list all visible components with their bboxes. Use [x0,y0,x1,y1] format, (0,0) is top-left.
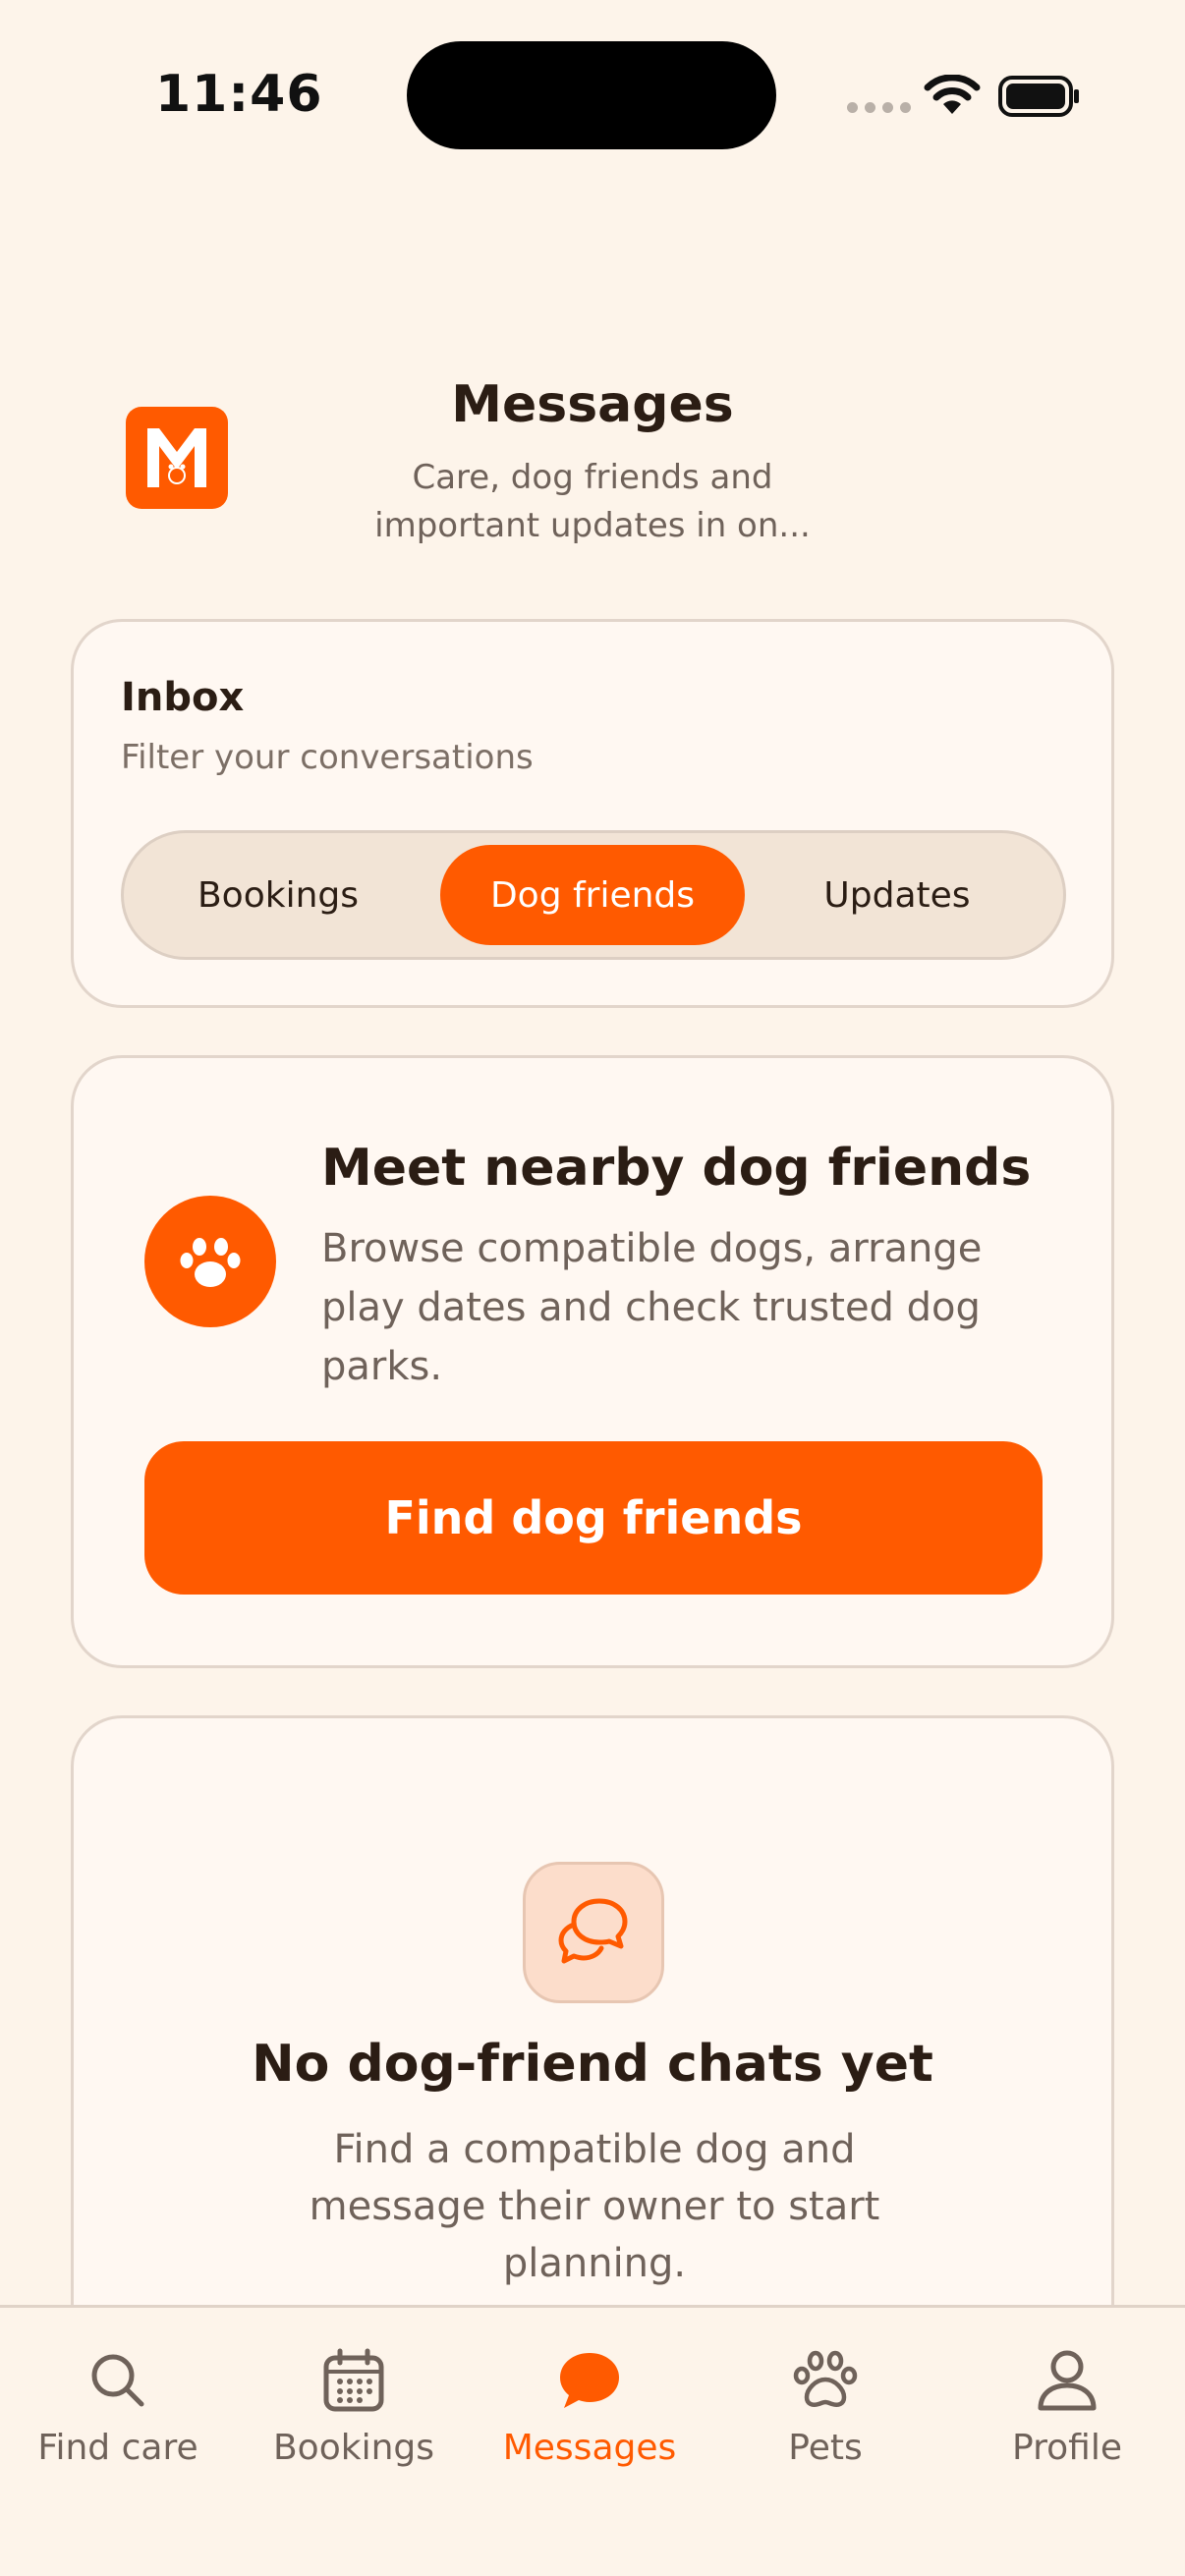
paw-badge [144,1196,276,1327]
person-icon [1038,2350,1097,2411]
tab-find-care[interactable]: Find care [0,2343,236,2491]
calendar-icon [323,2348,384,2412]
tab-label: Find care [37,2428,198,2468]
tab-label: Bookings [272,2428,435,2468]
inbox-subtitle: Filter your conversations [121,738,534,777]
dog-friends-description: Browse compatible dogs, arrange play dat… [321,1226,983,1389]
tab-label: Profile [1012,2428,1122,2468]
tab-messages[interactable]: Messages [472,2343,707,2491]
dog-friends-title: Meet nearby dog friends [321,1139,1032,1198]
search-icon [91,2354,144,2407]
tab-label: Messages [502,2428,677,2468]
inbox-title: Inbox [121,675,245,720]
bottom-tab-bar: Find care Bookings Messages Pets Profile [0,2305,1185,2576]
segment-dog-friends[interactable]: Dog friends [440,845,745,945]
chat-badge [523,1862,664,2003]
find-dog-friends-button[interactable]: Find dog friends [144,1441,1043,1595]
tab-label: Pets [788,2428,863,2468]
segment-bookings[interactable]: Bookings [126,845,430,945]
chat-bubble-icon [560,2353,619,2408]
messages-screen: 11:46 Messages Care, dog friends and imp… [0,0,1185,2576]
page-subtitle: Care, dog friends and important updates … [374,458,811,545]
paw-icon [180,1238,241,1287]
tab-bookings[interactable]: Bookings [236,2343,472,2491]
dynamic-island [407,41,776,149]
tab-profile[interactable]: Profile [949,2343,1185,2491]
paw-icon [793,2350,858,2407]
inbox-filter-card: Inbox Filter your conversations Bookings… [71,619,1114,1008]
empty-state-description: Find a compatible dog and message their … [309,2127,880,2286]
status-time: 11:46 [155,65,323,124]
inbox-segmented-control: Bookings Dog friends Updates [121,830,1066,960]
battery-icon [998,76,1079,117]
segment-updates[interactable]: Updates [745,845,1049,945]
wifi-icon [924,75,981,114]
empty-state-title: No dog-friend chats yet [252,2035,933,2094]
dog-friends-card: Meet nearby dog friends Browse compatibl… [71,1055,1114,1668]
empty-state-card: No dog-friend chats yet Find a compatibl… [71,1715,1114,2403]
page-title: Messages [451,375,734,434]
chat-bubbles-icon [558,1898,628,1964]
cellular-signal-icon [847,102,911,113]
tab-pets[interactable]: Pets [707,2343,943,2491]
